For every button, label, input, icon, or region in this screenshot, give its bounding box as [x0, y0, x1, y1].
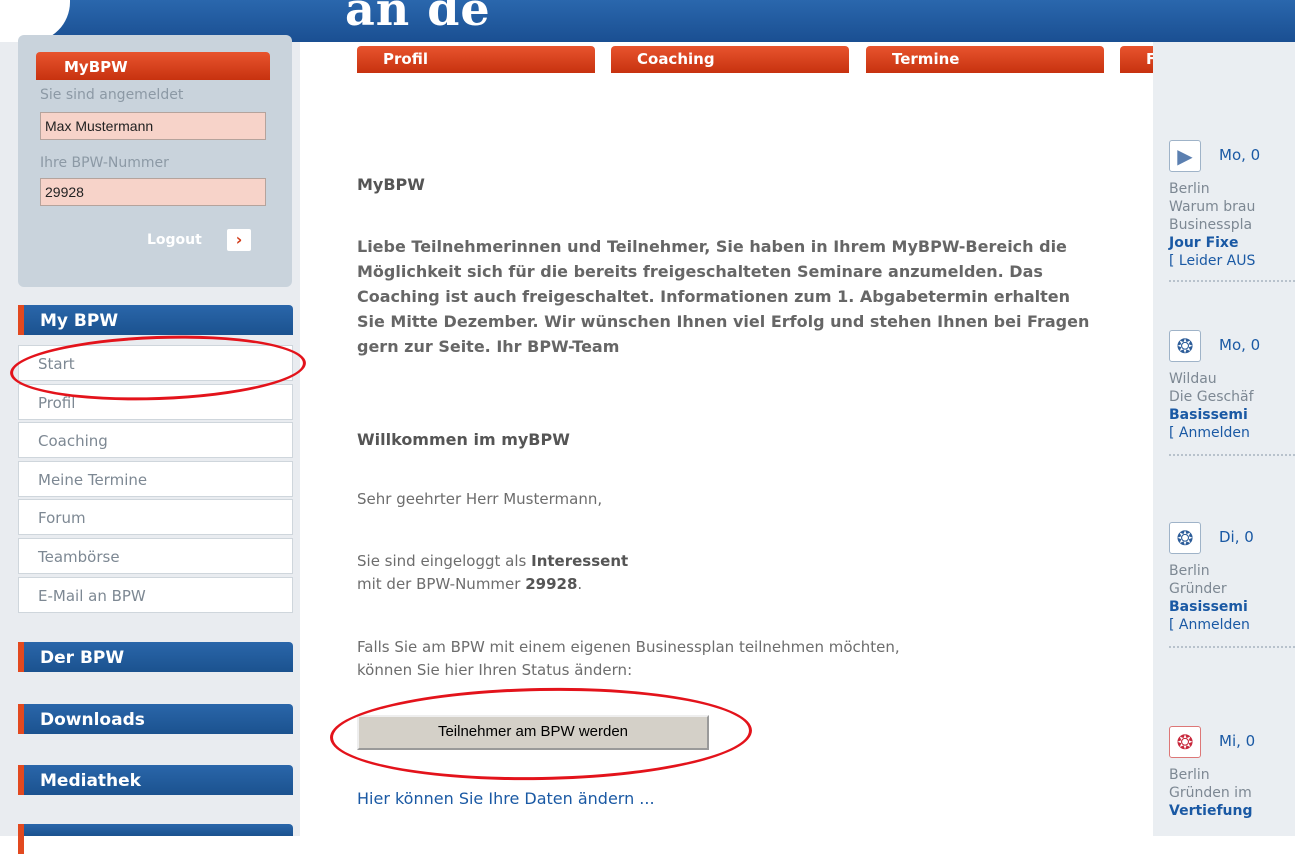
number-value: 29928: [525, 575, 578, 593]
user-name-field: Max Mustermann: [40, 112, 266, 140]
event-desc2: Businesspla: [1169, 217, 1253, 233]
annotation-oval-button: [329, 684, 753, 784]
status-prefix: Sie sind eingeloggt als: [357, 552, 532, 570]
sidebar-section-der-bpw[interactable]: Der BPW: [18, 642, 293, 672]
sidebar-item-coaching[interactable]: Coaching: [18, 422, 293, 458]
edit-data-link[interactable]: Hier können Sie Ihre Daten ändern ...: [357, 789, 655, 808]
topnav-coaching[interactable]: Coaching: [611, 46, 849, 73]
bpw-number-label: Ihre BPW-Nummer: [40, 155, 169, 171]
event-action[interactable]: [ Anmelden: [1169, 424, 1250, 442]
status-line: Sie sind eingeloggt als Interessent: [357, 550, 628, 573]
logout-link[interactable]: Logout: [147, 232, 202, 248]
sidebar-item-teamboerse[interactable]: Teambörse: [18, 538, 293, 574]
logo-text: an de: [345, 0, 491, 36]
event-title[interactable]: Basissemi: [1169, 598, 1248, 616]
sidebar-item-forum[interactable]: Forum: [18, 499, 293, 535]
event-location: Wildau: [1169, 371, 1217, 387]
events-sidebar: ▶ Mo, 0 Berlin Warum brau Businesspla Jo…: [1153, 42, 1295, 836]
number-line: mit der BPW-Nummer 29928.: [357, 573, 582, 596]
topnav-termine[interactable]: Termine: [866, 46, 1104, 73]
account-box-title: MyBPW: [36, 52, 270, 80]
event-date: Mo, 0: [1219, 336, 1261, 354]
number-suffix: .: [577, 575, 583, 593]
event-divider: [1169, 646, 1295, 648]
event-title[interactable]: Basissemi: [1169, 406, 1248, 424]
event-divider: [1169, 280, 1295, 282]
event-location: Berlin: [1169, 181, 1210, 197]
event-date: Mo, 0: [1219, 146, 1261, 164]
event-action[interactable]: [ Anmelden: [1169, 616, 1250, 634]
event-desc: Die Geschäf: [1169, 389, 1254, 405]
event-title[interactable]: Vertiefung: [1169, 802, 1253, 820]
seminar-icon: ❂: [1169, 522, 1201, 554]
logout-arrow-icon[interactable]: ›: [227, 229, 251, 251]
event-divider: [1169, 454, 1295, 456]
sidebar-section-cutoff[interactable]: [18, 824, 293, 854]
page-title: MyBPW: [357, 175, 425, 194]
event-date: Mi, 0: [1219, 732, 1256, 750]
bpw-number-field: 29928: [40, 178, 266, 206]
seminar-icon: ❂: [1169, 330, 1201, 362]
play-icon: ▶: [1169, 140, 1201, 172]
sidebar-section-mediathek[interactable]: Mediathek: [18, 765, 293, 795]
sidebar-section-downloads[interactable]: Downloads: [18, 704, 293, 734]
topnav-profil[interactable]: Profil: [357, 46, 595, 73]
event-location: Berlin: [1169, 563, 1210, 579]
event-date: Di, 0: [1219, 528, 1254, 546]
event-desc: Warum brau: [1169, 199, 1256, 215]
event-title[interactable]: Jour Fixe: [1169, 234, 1238, 252]
logged-in-label: Sie sind angemeldet: [40, 87, 184, 103]
change-status-line2: können Sie hier Ihren Status ändern:: [357, 661, 633, 679]
event-desc: Gründer: [1169, 581, 1227, 597]
greeting-text: Sehr geehrter Herr Mustermann,: [357, 490, 603, 508]
intro-text: Liebe Teilnehmerinnen und Teilnehmer, Si…: [357, 237, 1090, 356]
event-action[interactable]: [ Leider AUS: [1169, 252, 1255, 270]
sidebar-item-email[interactable]: E-Mail an BPW: [18, 577, 293, 613]
event-location: Berlin: [1169, 767, 1210, 783]
welcome-heading: Willkommen im myBPW: [357, 430, 570, 449]
event-desc: Gründen im: [1169, 785, 1252, 801]
seminar-red-icon: ❂: [1169, 726, 1201, 758]
sidebar-header-mybpw[interactable]: My BPW: [18, 305, 293, 335]
status-value: Interessent: [531, 552, 629, 570]
sidebar-item-meine-termine[interactable]: Meine Termine: [18, 461, 293, 497]
number-prefix: mit der BPW-Nummer: [357, 575, 526, 593]
change-status-line1: Falls Sie am BPW mit einem eigenen Busin…: [357, 638, 900, 656]
